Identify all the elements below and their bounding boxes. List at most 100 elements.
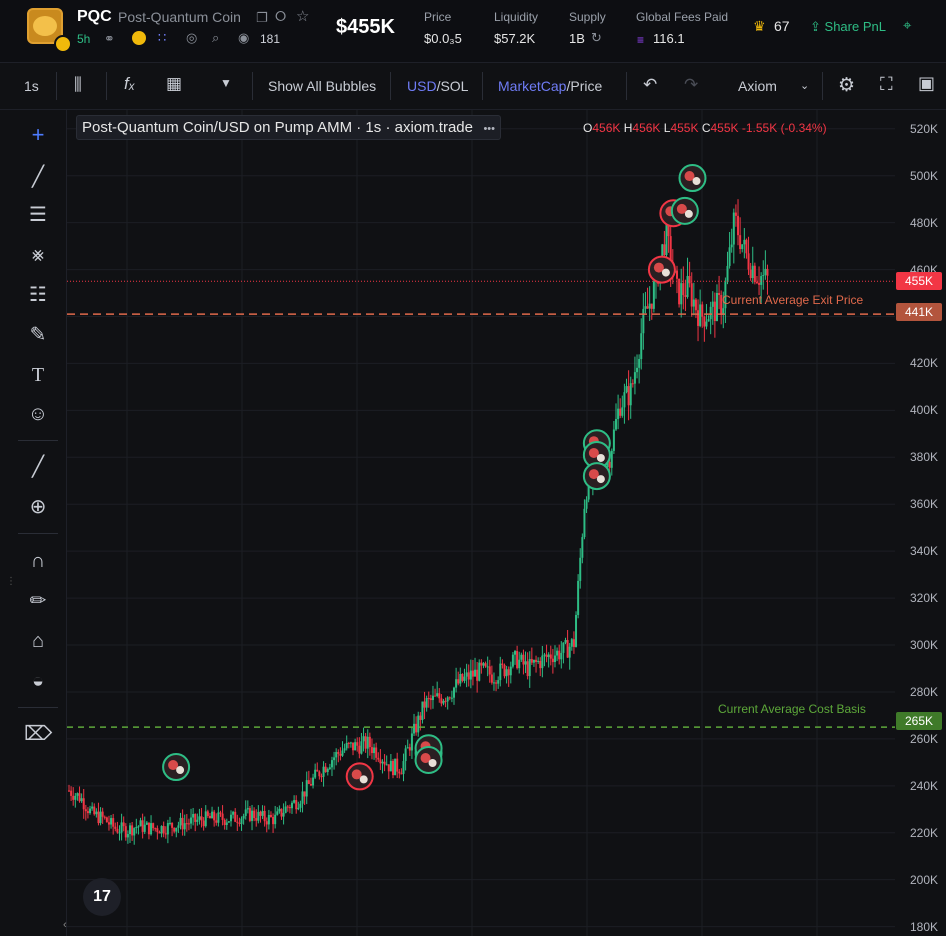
candle-body: [147, 822, 150, 835]
chart-legend[interactable]: Post-Quantum Coin/USD on Pump AMM · 1s ·…: [76, 115, 501, 140]
layout-icon[interactable]: ▦: [166, 74, 182, 94]
tradingview-logo[interactable]: 17: [83, 878, 121, 916]
candle-body: [333, 757, 336, 761]
candle-body: [711, 301, 714, 307]
axis-tick: 420K: [909, 356, 938, 371]
pin-icon[interactable]: ⌖: [903, 17, 911, 34]
lock-drawing-icon[interactable]: ✏: [24, 587, 52, 615]
settings-icon[interactable]: ⚙: [838, 74, 855, 97]
share-icon[interactable]: ⭘: [275, 8, 286, 25]
emoji-icon[interactable]: ☺: [24, 400, 52, 428]
candle-body: [244, 809, 247, 816]
mode-toggle[interactable]: MarketCap/Price: [498, 78, 602, 94]
axis-tick: 180K: [909, 919, 938, 934]
price-chart[interactable]: [67, 110, 895, 936]
copy-icon[interactable]: ❐: [256, 10, 268, 26]
axis-tick: 340K: [909, 544, 938, 559]
candle-body: [408, 747, 411, 751]
fib-lines-icon[interactable]: ☰: [24, 201, 52, 229]
candle-body: [154, 828, 157, 830]
brush-icon[interactable]: ✎: [24, 321, 52, 349]
drawing-toolbar: [0, 110, 67, 936]
text-tool-icon[interactable]: T: [24, 361, 52, 389]
candle-body: [762, 275, 765, 277]
interval-button[interactable]: 1s: [24, 78, 39, 94]
candle-body: [76, 793, 79, 796]
candle-body: [541, 655, 544, 669]
legend-title: Post-Quantum Coin/USD on Pump AMM · 1s ·…: [82, 119, 473, 136]
undo-icon[interactable]: ↶: [643, 75, 657, 95]
candles-icon[interactable]: ⫼: [74, 75, 82, 95]
candle-body: [415, 723, 418, 733]
candle-body: [192, 814, 195, 818]
show-bubbles-button[interactable]: Show All Bubbles: [268, 78, 376, 94]
candle-body: [312, 777, 315, 786]
candle-body: [505, 669, 508, 677]
projection-icon[interactable]: ☷: [24, 281, 52, 309]
candle-body: [145, 822, 148, 825]
stat-price-value: $0.0₃5: [424, 31, 462, 46]
chevron-down-icon[interactable]: ⌄: [800, 79, 809, 92]
chevron-down-icon[interactable]: ▼: [220, 76, 232, 90]
candle-body: [707, 319, 710, 322]
currency-toggle[interactable]: USD/SOL: [407, 78, 468, 94]
star-icon[interactable]: ☆: [296, 7, 309, 25]
candle-body: [676, 270, 679, 279]
candle-body: [240, 818, 243, 824]
redo-icon[interactable]: ↷: [684, 75, 698, 95]
candle-body: [120, 822, 123, 833]
candle-body: [730, 244, 733, 248]
axis-tick: 280K: [909, 684, 938, 699]
fullscreen-icon[interactable]: ⛶: [880, 74, 893, 95]
pattern-icon[interactable]: ⨳: [24, 241, 52, 269]
candle-body: [164, 833, 167, 835]
community-icon[interactable]: ∷: [158, 30, 166, 46]
candle-body: [440, 698, 443, 704]
trendline-icon[interactable]: ╱: [24, 163, 52, 191]
candle-body: [114, 826, 117, 829]
ruler-icon[interactable]: ╱: [24, 453, 52, 481]
candle-body: [135, 826, 138, 829]
candle-body: [465, 672, 468, 677]
more-icon[interactable]: •••: [483, 123, 495, 135]
candle-body: [213, 811, 216, 821]
globe-icon[interactable]: ◎: [186, 30, 197, 46]
magnet-icon[interactable]: ∩: [24, 547, 52, 575]
toolbar-divider: [390, 72, 391, 100]
zoom-in-icon[interactable]: ⊕: [24, 493, 52, 521]
candle-body: [352, 742, 355, 751]
candle-body: [442, 700, 445, 704]
candle-body: [126, 834, 129, 838]
candle-body: [150, 823, 153, 835]
indicators-icon[interactable]: fₓ: [124, 74, 135, 94]
hide-icon[interactable]: ◒: [24, 667, 52, 695]
candle-body: [204, 811, 207, 827]
trash-icon[interactable]: ⌦: [24, 720, 52, 748]
candle-body: [175, 827, 178, 832]
token-name[interactable]: Post-Quantum Coin: [118, 9, 241, 25]
candle-body: [701, 304, 704, 317]
source-select[interactable]: Axiom: [738, 78, 777, 94]
candle-body: [257, 811, 260, 821]
candle-body: [556, 650, 559, 656]
search-icon[interactable]: ⌕: [212, 30, 219, 46]
candle-body: [398, 771, 401, 774]
pump-icon[interactable]: [132, 31, 146, 45]
link-icon[interactable]: ⚭: [104, 31, 115, 47]
share-pnl-button[interactable]: ⇪ Share PnL: [810, 19, 886, 35]
price-axis[interactable]: 520K500K480K460K440K420K400K380K360K340K…: [895, 110, 946, 936]
candle-body: [385, 764, 388, 766]
crosshair-icon[interactable]: +: [24, 121, 52, 149]
lock-icon[interactable]: ⌂: [24, 627, 52, 655]
candle-body: [402, 761, 405, 774]
candle-body: [156, 828, 159, 833]
candle-body: [648, 303, 651, 309]
camera-icon[interactable]: ▣: [918, 73, 935, 94]
candle-body: [745, 239, 748, 254]
candle-body: [137, 826, 140, 828]
collapse-handle[interactable]: ⋮: [6, 576, 16, 587]
candle-body: [284, 806, 287, 813]
candle-body: [625, 386, 628, 393]
refresh-icon[interactable]: ↻: [591, 30, 602, 46]
candle-body: [718, 292, 721, 296]
